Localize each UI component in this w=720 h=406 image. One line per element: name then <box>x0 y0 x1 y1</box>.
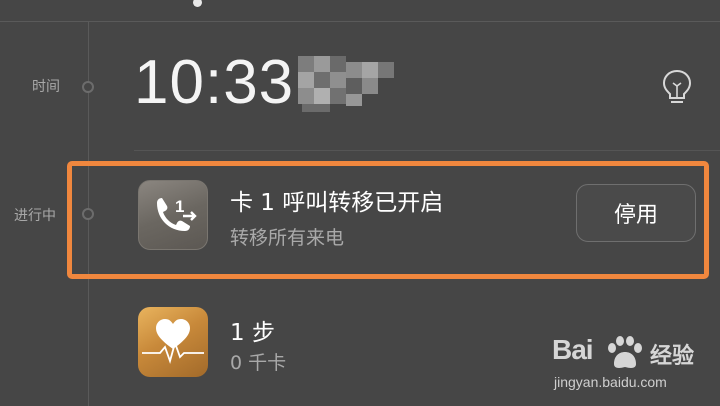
clock-time: 10:33 <box>134 48 295 117</box>
call-forwarding-title: 卡 1 呼叫转移已开启 <box>230 190 444 216</box>
watermark-brand-suffix: 经验 <box>650 344 695 369</box>
section-divider <box>134 150 720 151</box>
health-app-icon[interactable] <box>138 307 208 377</box>
watermark-brand: Bai <box>552 334 594 365</box>
lightbulb-icon[interactable] <box>660 68 694 106</box>
baidu-watermark: Bai 经验 jingyan.baidu.com <box>552 334 720 406</box>
steps-title: 1 步 <box>230 320 275 346</box>
timeline-label-progress: 进行中 <box>14 208 56 224</box>
steps-subtitle: 0 千卡 <box>230 352 287 374</box>
call-forwarding-subtitle: 转移所有来电 <box>230 227 345 249</box>
svg-text:1: 1 <box>175 197 184 216</box>
paw-icon <box>608 336 642 368</box>
watermark-url: jingyan.baidu.com <box>554 374 667 390</box>
heart-pulse-icon <box>142 319 204 364</box>
timeline-node-time <box>82 81 94 93</box>
redacted-area <box>298 48 410 112</box>
page-indicator-dot <box>193 0 202 7</box>
call-forwarding-app-icon[interactable]: 1 <box>138 180 208 250</box>
timeline-label-time: 时间 <box>32 79 60 95</box>
phone-forward-icon: 1 <box>157 197 197 231</box>
top-divider <box>0 21 720 22</box>
disable-button[interactable]: 停用 <box>576 184 696 242</box>
